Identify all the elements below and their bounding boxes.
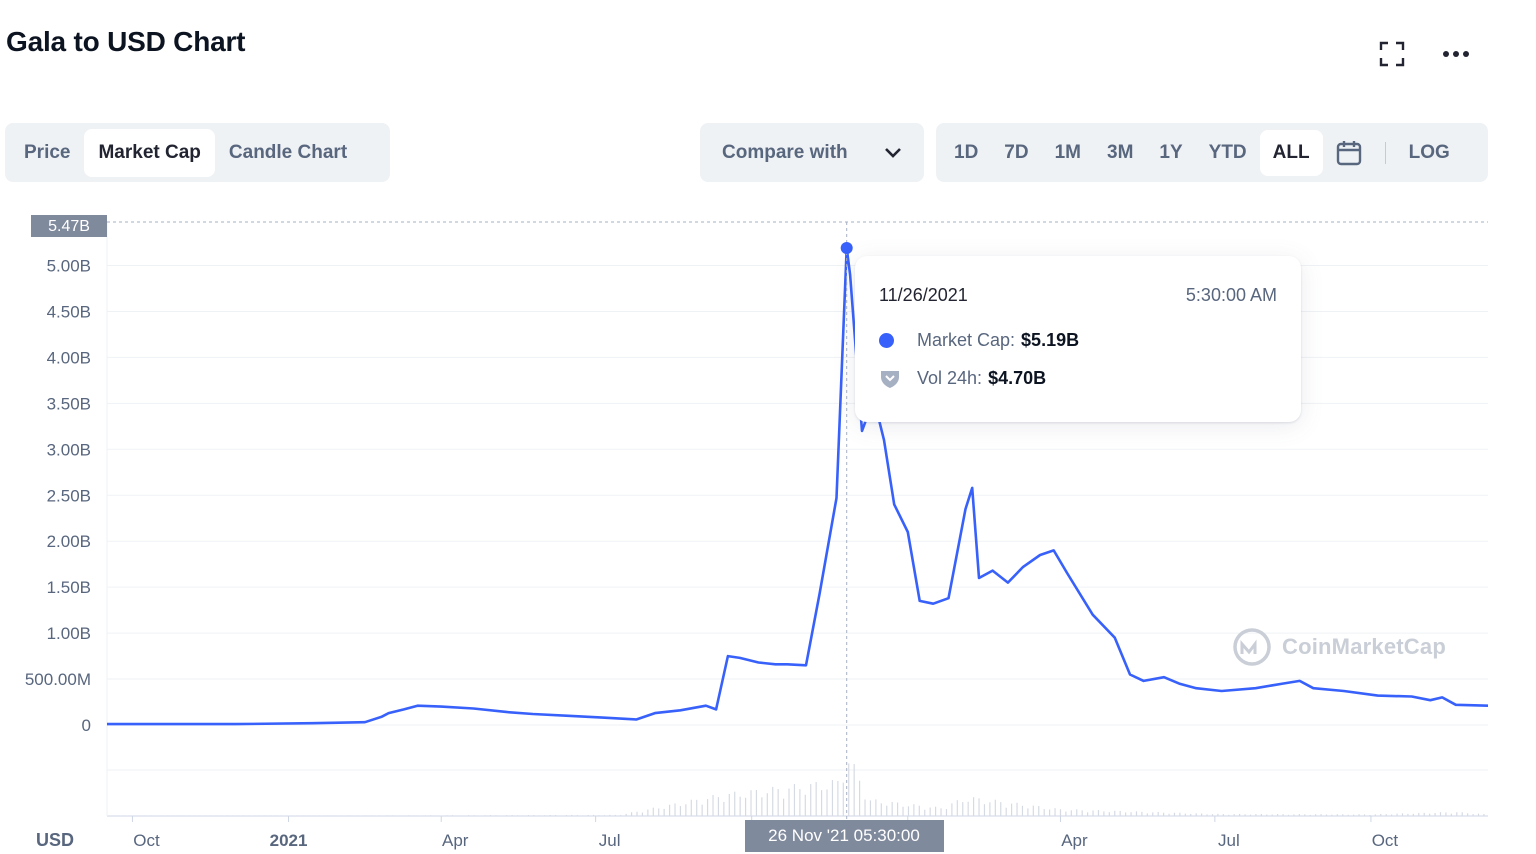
x-tick-label: Oct: [1372, 831, 1399, 850]
y-tick-label: 3.50B: [47, 394, 91, 413]
x-tick-label: Apr: [442, 831, 469, 850]
tooltip-date: 11/26/2021: [879, 285, 968, 305]
range-ytd[interactable]: YTD: [1196, 130, 1260, 176]
tooltip-market-cap-row: Market Cap: $5.19B: [879, 330, 1079, 351]
coinmarketcap-watermark: CoinMarketCap: [1232, 627, 1446, 667]
chevron-down-icon: [885, 147, 901, 158]
y-tick-label: 2.50B: [47, 486, 91, 505]
chart-tooltip: 11/26/2021 5:30:00 AM Market Cap: $5.19B…: [855, 256, 1301, 422]
watermark-text: CoinMarketCap: [1282, 634, 1446, 659]
x-tick-label: Oct: [133, 831, 160, 850]
y-tick-label: 3.00B: [47, 440, 91, 459]
range-divider: [1384, 141, 1386, 164]
time-range-selector: 1D 7D 1M 3M 1Y YTD ALL LOG: [936, 123, 1488, 182]
compare-with-dropdown[interactable]: Compare with: [700, 123, 924, 182]
y-tick-label: 0: [82, 716, 91, 735]
range-1d[interactable]: 1D: [941, 130, 991, 176]
currency-label: USD: [36, 830, 74, 850]
calendar-icon[interactable]: [1323, 130, 1375, 176]
series-dot-icon: [879, 333, 894, 348]
y-tick-label: 500.00M: [25, 670, 91, 689]
range-7d[interactable]: 7D: [991, 130, 1041, 176]
crosshair-x-label: 26 Nov '21 05:30:00: [768, 826, 920, 845]
hover-point: [840, 242, 853, 255]
range-1m[interactable]: 1M: [1042, 130, 1094, 176]
y-tick-label: 1.00B: [47, 624, 91, 643]
tab-candle-chart[interactable]: Candle Chart: [215, 129, 361, 177]
log-scale-toggle[interactable]: LOG: [1396, 130, 1463, 176]
more-dots-icon[interactable]: [1440, 38, 1472, 70]
market-cap-chart[interactable]: 0 500.00M 1.00B 1.50B 2.00B 2.50B 3.00B 3.50B 4.…: [0, 200, 1536, 854]
y-tick-label: 4.50B: [47, 302, 91, 321]
range-3m[interactable]: 3M: [1094, 130, 1146, 176]
tooltip-time: 5:30:00 AM: [1185, 285, 1277, 305]
tab-market-cap[interactable]: Market Cap: [84, 128, 215, 177]
fullscreen-icon[interactable]: [1376, 38, 1408, 70]
tooltip-market-cap-value: $5.19B: [1021, 330, 1080, 350]
tooltip-vol-value: $4.70B: [988, 368, 1047, 388]
tooltip-market-cap-label: Market Cap:: [917, 330, 1016, 350]
y-tick-label: 2.00B: [47, 532, 91, 551]
x-tick-label: Jul: [599, 831, 621, 850]
x-tick-label: 2021: [270, 831, 308, 850]
y-tick-label: 5.00B: [47, 257, 91, 276]
chart-type-tabs: Price Market Cap Candle Chart: [5, 123, 390, 182]
tab-price[interactable]: Price: [10, 129, 84, 177]
crosshair-y-label: 5.47B: [48, 218, 90, 235]
y-tick-label: 1.50B: [47, 578, 91, 597]
range-all[interactable]: ALL: [1259, 129, 1323, 176]
coinmarketcap-logo-icon: [1233, 628, 1271, 666]
page-title: Gala to USD Chart: [6, 26, 246, 57]
compare-with-label: Compare with: [722, 141, 848, 163]
x-tick-label: Apr: [1061, 831, 1088, 850]
x-tick-label: Jul: [1218, 831, 1240, 850]
tooltip-vol-row: Vol 24h: $4.70B: [879, 368, 1046, 389]
range-1y[interactable]: 1Y: [1146, 130, 1195, 176]
tooltip-vol-label: Vol 24h:: [917, 368, 983, 388]
volume-shield-icon: [881, 370, 899, 388]
y-tick-label: 4.00B: [47, 348, 91, 367]
